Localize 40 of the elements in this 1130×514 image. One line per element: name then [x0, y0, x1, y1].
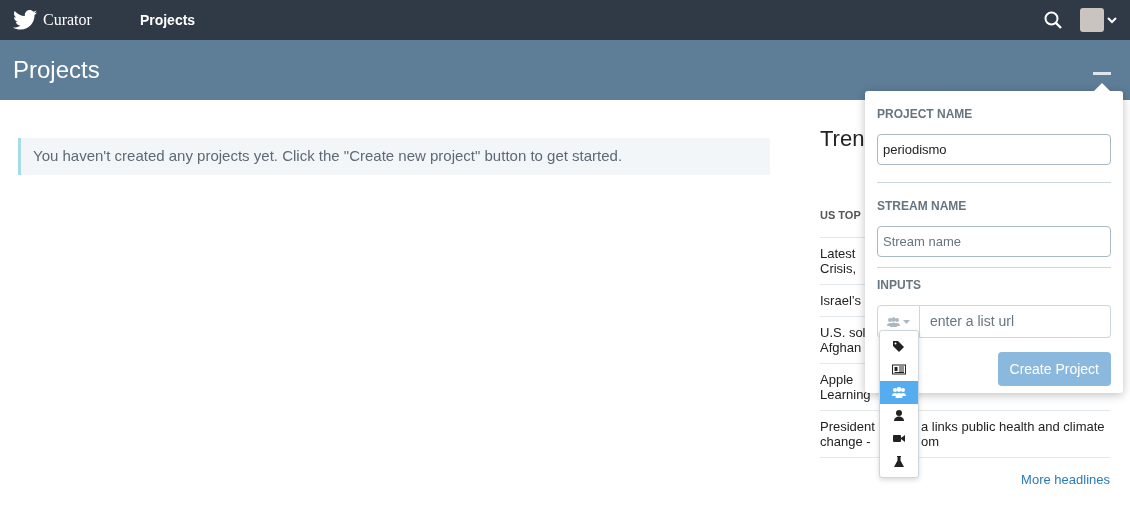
headline-text[interactable]: om — [921, 434, 940, 449]
brand-name: Curator — [43, 10, 92, 30]
users-icon — [892, 386, 906, 399]
menu-item[interactable] — [880, 358, 918, 381]
menu-item[interactable] — [880, 404, 918, 427]
headline-text[interactable]: U.S. sol — [820, 325, 866, 340]
field-label: PROJECT NAME — [877, 106, 974, 123]
newspaper-icon — [892, 363, 906, 376]
tag-icon — [892, 340, 906, 353]
user-icon — [892, 409, 906, 422]
caret-icon — [1107, 16, 1117, 24]
headline-text[interactable]: Afghan — [820, 340, 862, 355]
headline-text[interactable]: President — [820, 419, 921, 434]
flask-icon — [892, 455, 906, 468]
list-url-field[interactable]: enter a list url — [920, 305, 1111, 338]
headline-text[interactable]: Latest — [820, 246, 856, 261]
empty-notice: You haven't created any projects yet. Click the "Create new project" button to get started. — [18, 138, 770, 175]
nav-link[interactable]: Projects — [139, 9, 196, 31]
project-name-field[interactable]: periodismo — [877, 134, 1111, 165]
bird-logo-icon — [13, 10, 37, 30]
page-title: Projects — [13, 55, 100, 85]
more-headlines-link[interactable]: More headlines — [1021, 470, 1110, 490]
search-icon[interactable] — [1044, 11, 1062, 29]
headline-text[interactable]: Crisis, — [820, 261, 857, 276]
headline-text[interactable]: Learning — [820, 387, 871, 402]
caret-icon — [903, 319, 910, 324]
field-label: INPUTS — [877, 277, 922, 294]
section-label: US TOP — [820, 207, 861, 223]
headline-text[interactable]: change - — [820, 434, 921, 449]
headline-text[interactable]: Israel’s — [820, 293, 861, 308]
collapse-button[interactable] — [1093, 71, 1111, 75]
headline-text[interactable]: a links public health and climate — [921, 419, 1105, 434]
trending-title: Tren — [820, 126, 865, 151]
video-camera-icon — [892, 432, 906, 445]
headline-text[interactable]: Apple — [820, 372, 854, 387]
avatar-menu[interactable] — [1080, 8, 1117, 32]
stream-name-field[interactable]: Stream name — [877, 226, 1111, 257]
avatar-icon — [1080, 8, 1104, 32]
users-icon — [887, 316, 900, 327]
field-label: STREAM NAME — [877, 198, 968, 215]
